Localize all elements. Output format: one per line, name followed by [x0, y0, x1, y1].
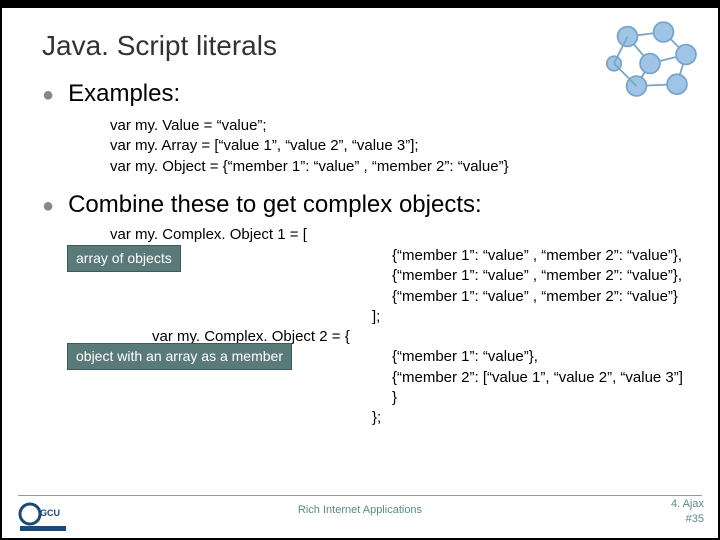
- bullet-combine: ● Combine these to get complex objects:: [42, 191, 688, 219]
- content-area: ● Examples: var my. Value = “value”; var…: [2, 62, 718, 428]
- code-line: {“member 1”: “value” , “member 2”: “valu…: [392, 287, 688, 307]
- code-line: var my. Object = {“member 1”: “value” , …: [110, 157, 688, 177]
- code-line: ];: [372, 307, 688, 327]
- bullet-icon: ●: [42, 196, 54, 216]
- page-number: #35: [671, 512, 704, 526]
- slide: Java. Script literals ● Examples: var my…: [2, 8, 718, 538]
- code-line: {“member 1”: “value” , “member 2”: “valu…: [392, 266, 688, 286]
- bullet-examples: ● Examples:: [42, 80, 688, 108]
- examples-heading: Examples:: [68, 80, 180, 108]
- code-line: var my. Value = “value”;: [110, 116, 688, 136]
- footer-divider: [18, 495, 702, 496]
- code-line: {“member 2”: [“value 1”, “value 2”, “val…: [392, 368, 688, 409]
- footer-page: 4. Ajax #35: [671, 497, 704, 526]
- footer-title: Rich Internet Applications: [2, 504, 718, 516]
- combine-heading: Combine these to get complex objects:: [68, 191, 482, 219]
- code-line: };: [372, 408, 688, 428]
- network-graphic: [597, 14, 712, 104]
- code-line: var my. Complex. Object 1 = [: [110, 225, 688, 245]
- code-line: {“member 1”: “value” , “member 2”: “valu…: [392, 246, 688, 266]
- bullet-icon: ●: [42, 85, 54, 105]
- code-line: {“member 1”: “value”},: [392, 347, 688, 367]
- chapter-label: 4. Ajax: [671, 497, 704, 511]
- annotation-tag: array of objects: [67, 245, 181, 272]
- annotation-tag: object with an array as a member: [67, 343, 292, 370]
- code-line: var my. Array = [“value 1”, “value 2”, “…: [110, 136, 688, 156]
- examples-code: var my. Value = “value”; var my. Array =…: [110, 116, 688, 177]
- complex-code: array of objects object with an array as…: [92, 225, 688, 429]
